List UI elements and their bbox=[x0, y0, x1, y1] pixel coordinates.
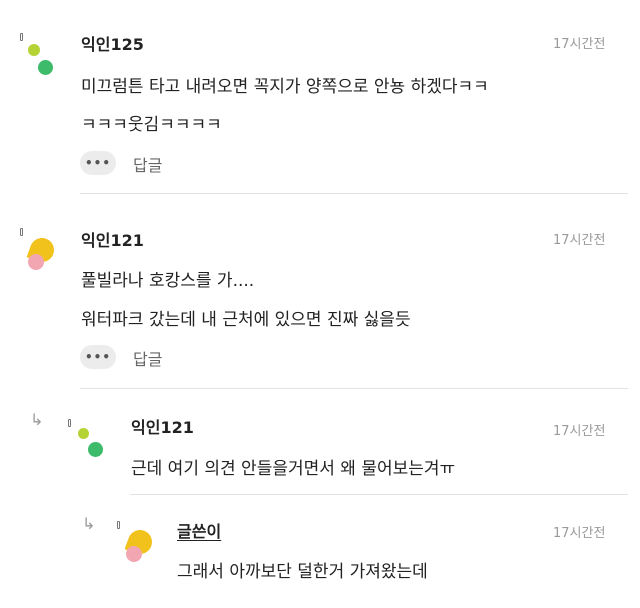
divider bbox=[80, 193, 628, 194]
reply-arrow-icon: ↳ bbox=[82, 514, 96, 533]
comment-text-line: 그래서 아까보단 덜한거 가져왔는데 bbox=[177, 562, 428, 582]
more-options-button[interactable]: ••• bbox=[80, 151, 116, 175]
avatar-green-dots-icon bbox=[78, 428, 104, 460]
badge-mark bbox=[68, 419, 71, 427]
comment-time: 17시간전 bbox=[553, 37, 606, 52]
comment-text-line: 워터파크 갔는데 내 근처에 있으면 진짜 싫을듯 bbox=[81, 310, 411, 330]
divider bbox=[80, 388, 628, 389]
comment-text-line: 풀빌라나 호캉스를 가.... bbox=[81, 271, 255, 291]
comment-time: 17시간전 bbox=[553, 424, 606, 439]
badge-mark bbox=[20, 228, 23, 236]
comment-time: 17시간전 bbox=[553, 526, 606, 541]
comment-author-op[interactable]: 글쓴이 bbox=[177, 518, 221, 542]
comment-text-line: 근데 여기 의견 안들을거면서 왜 물어보는겨ㅠ bbox=[131, 459, 456, 479]
badge-mark bbox=[117, 521, 120, 529]
avatar-green-dots-icon bbox=[28, 44, 54, 78]
avatar-yellow-pink-icon bbox=[124, 526, 156, 564]
reply-arrow-icon: ↳ bbox=[30, 410, 44, 429]
avatar-yellow-pink-icon bbox=[26, 234, 58, 272]
comment-time: 17시간전 bbox=[553, 233, 606, 248]
comment-text-line: 미끄럼튼 타고 내려오면 꼭지가 양쪽으로 안뇽 하겠다ㅋㅋ bbox=[81, 77, 489, 97]
badge-mark bbox=[20, 33, 23, 41]
more-options-button[interactable]: ••• bbox=[80, 345, 116, 369]
comment-text-line: ㅋㅋㅋ웃김ㅋㅋㅋㅋ bbox=[81, 115, 222, 135]
divider bbox=[130, 494, 628, 495]
comment-author[interactable]: 익인125 bbox=[81, 31, 144, 55]
reply-button[interactable]: 답글 bbox=[133, 152, 162, 176]
comment-author[interactable]: 익인121 bbox=[81, 227, 144, 251]
reply-button[interactable]: 답글 bbox=[133, 346, 162, 370]
comment-author[interactable]: 익인121 bbox=[131, 414, 194, 438]
